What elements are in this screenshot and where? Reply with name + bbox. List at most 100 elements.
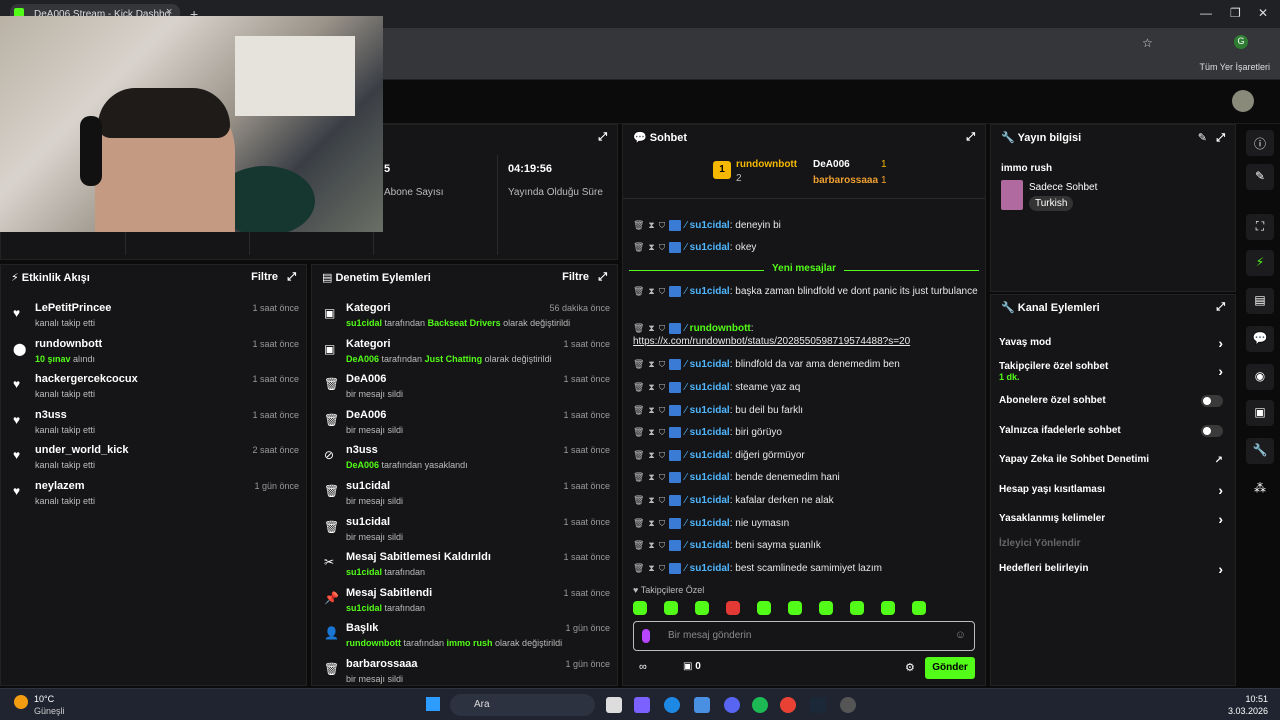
modlog-subject[interactable]: Başlık <box>346 622 378 634</box>
chat-input[interactable]: Bir mesaj gönderin ☺ <box>633 621 975 651</box>
emote-icon[interactable] <box>850 601 864 615</box>
points-display[interactable]: ▣ 0 <box>683 661 701 672</box>
wrench-icon[interactable]: 🔧 <box>1246 438 1274 464</box>
expand-icon[interactable]: ⤢ <box>598 271 607 283</box>
chat-icon[interactable]: 💬 <box>1246 326 1274 352</box>
chat-username[interactable]: su1cidal <box>690 472 730 483</box>
modlog-subject[interactable]: Mesaj Sabitlendi <box>346 587 432 599</box>
chat-message[interactable]: 🗑⧗⛉ ⁄ su1cidal: nie uymasın <box>633 517 978 530</box>
send-button[interactable]: Gönder <box>925 657 975 679</box>
emote-icon[interactable] <box>912 601 926 615</box>
emote-icon[interactable] <box>695 601 709 615</box>
expand-icon[interactable]: ⤢ <box>966 131 975 144</box>
banned-words-row[interactable]: Yasaklanmış kelimeler › <box>999 511 1227 527</box>
discord-icon[interactable] <box>724 697 740 713</box>
ai-moderation-row[interactable]: Yapay Zeka ile Sohbet Denetimi ↗ <box>999 454 1227 466</box>
chat-username[interactable]: su1cidal <box>690 540 730 551</box>
chat-settings-icon[interactable]: ⚙ <box>905 661 915 674</box>
emote-icon[interactable] <box>819 601 833 615</box>
chat-username[interactable]: su1cidal <box>690 450 730 461</box>
emote-icon[interactable] <box>664 601 678 615</box>
activity-username[interactable]: n3uss <box>35 409 67 421</box>
chat-username[interactable]: su1cidal <box>690 359 730 370</box>
expand-icon[interactable]: ⤢ <box>287 271 296 283</box>
steam-icon[interactable] <box>810 697 826 713</box>
chat-message[interactable]: 🗑⧗⛉ ⁄ su1cidal: blindfold da var ama dene… <box>633 358 978 371</box>
weather-icon[interactable] <box>14 695 28 709</box>
chat-username[interactable]: su1cidal <box>690 382 730 393</box>
chat-message[interactable]: 🗑⧗⛉ ⁄ su1cidal: başka zaman blindfold ve … <box>633 285 978 298</box>
star-icon[interactable]: ☆ <box>1142 36 1153 50</box>
subs-chat-toggle[interactable] <box>1201 395 1223 407</box>
slow-mode-row[interactable]: Yavaş mod › <box>999 335 1227 351</box>
category-name[interactable]: Sadece Sohbet <box>1029 182 1097 193</box>
store-icon[interactable] <box>694 697 710 713</box>
edit-icon[interactable]: ✎ <box>1198 132 1207 144</box>
chat-message[interactable]: 🗑⧗⛉ ⁄ su1cidal: deneyin bi <box>633 219 978 232</box>
chat-username[interactable]: su1cidal <box>690 427 730 438</box>
subs-chat-row[interactable]: Abonelere özel sohbet <box>999 395 1227 407</box>
activity-username[interactable]: rundownbott <box>35 338 102 350</box>
taskbar-search[interactable]: Ara <box>450 694 595 716</box>
lightning-icon[interactable]: ⚡ <box>1246 250 1274 276</box>
emote-chat-row[interactable]: Yalnızca ifadelerle sohbet <box>999 425 1227 437</box>
modlog-filter-button[interactable]: Filtre <box>562 271 589 283</box>
goals-row[interactable]: Hedefleri belirleyin › <box>999 561 1227 577</box>
modlog-subject[interactable]: barbarossaaa <box>346 658 418 670</box>
moderation-icon[interactable]: ▣ <box>1246 400 1274 426</box>
activity-filter-button[interactable]: Filtre <box>251 271 278 283</box>
emote-icon[interactable] <box>757 601 771 615</box>
emote-icon[interactable] <box>633 601 647 615</box>
emote-icon[interactable] <box>881 601 895 615</box>
minimize-button[interactable]: — <box>1200 6 1212 20</box>
modlog-subject[interactable]: Kategori <box>346 338 391 350</box>
users-icon[interactable]: ⁂ <box>1246 476 1274 502</box>
file-explorer-icon[interactable] <box>606 697 622 713</box>
modlog-subject[interactable]: su1cidal <box>346 480 390 492</box>
chrome-icon[interactable] <box>780 697 796 713</box>
emote-chat-toggle[interactable] <box>1201 425 1223 437</box>
windows-start-icon[interactable] <box>426 697 440 711</box>
followers-chat-row[interactable]: Takipçilere özel sohbet 1 dk. › <box>999 361 1227 382</box>
activity-username[interactable]: hackergercekcocux <box>35 373 138 385</box>
chat-message[interactable]: 🗑⧗⛉ ⁄ su1cidal: kafalar derken ne alak <box>633 494 978 507</box>
broadcast-icon[interactable]: ◉ <box>1246 364 1274 390</box>
chat-message[interactable]: 🗑⧗⛉ ⁄ rundownbott: https://x.com/rundownbo… <box>633 322 978 348</box>
chat-message[interactable]: 🗑⧗⛉ ⁄ su1cidal: best scamlinede samimiyet… <box>633 562 978 575</box>
spotify-icon[interactable] <box>752 697 768 713</box>
modlog-subject[interactable]: su1cidal <box>346 516 390 528</box>
chat-message[interactable]: 🗑⧗⛉ ⁄ su1cidal: okey <box>633 241 978 254</box>
chat-message[interactable]: 🗑⧗⛉ ⁄ su1cidal: diğeri görmüyor <box>633 449 978 462</box>
activity-username[interactable]: LePetitPrincee <box>35 302 111 314</box>
edit-icon[interactable]: ✎ <box>1246 164 1274 190</box>
activity-username[interactable]: under_world_kick <box>35 444 129 456</box>
modlog-subject[interactable]: Kategori <box>346 302 391 314</box>
copilot-icon[interactable] <box>634 697 650 713</box>
expand-icon[interactable]: ⤢ <box>1216 132 1225 144</box>
fullscreen-icon[interactable]: ⛶ <box>1246 214 1274 240</box>
activity-username[interactable]: neylazem <box>35 480 85 492</box>
modlog-subject[interactable]: DeA006 <box>346 373 386 385</box>
expand-icon[interactable]: ⤢ <box>1216 301 1225 314</box>
top-user-2[interactable]: DeA006 <box>813 159 850 170</box>
chat-username[interactable]: su1cidal <box>690 563 730 574</box>
edge-icon[interactable] <box>664 697 680 713</box>
chat-message[interactable]: 🗑⧗⛉ ⁄ su1cidal: biri görüyo <box>633 426 978 439</box>
chat-username[interactable]: su1cidal <box>690 495 730 506</box>
chat-username[interactable]: rundownbott <box>690 323 751 334</box>
mic-icon[interactable] <box>642 629 650 643</box>
top-user-1[interactable]: rundownbott <box>736 159 797 170</box>
chat-message[interactable]: 🗑⧗⛉ ⁄ su1cidal: steame yaz aq <box>633 381 978 394</box>
all-bookmarks-link[interactable]: Tüm Yer İşaretleri <box>1199 62 1270 72</box>
info-icon[interactable]: ⓘ <box>1246 130 1274 156</box>
chat-message[interactable]: 🗑⧗⛉ ⁄ su1cidal: bende denemedim hani <box>633 471 978 484</box>
document-icon[interactable]: ▤ <box>1246 288 1274 314</box>
chat-username[interactable]: su1cidal <box>690 286 730 297</box>
modlog-subject[interactable]: Mesaj Sabitlemesi Kaldırıldı <box>346 551 491 563</box>
expand-icon[interactable]: ⤢ <box>598 131 607 144</box>
modlog-subject[interactable]: DeA006 <box>346 409 386 421</box>
chat-username[interactable]: su1cidal <box>690 220 730 231</box>
top-user-3[interactable]: barbarossaaa <box>813 175 878 186</box>
chat-message[interactable]: 🗑⧗⛉ ⁄ su1cidal: beni sayma şuanlık <box>633 539 978 552</box>
chat-link[interactable]: https://x.com/rundownbot/status/20285505… <box>633 336 910 347</box>
